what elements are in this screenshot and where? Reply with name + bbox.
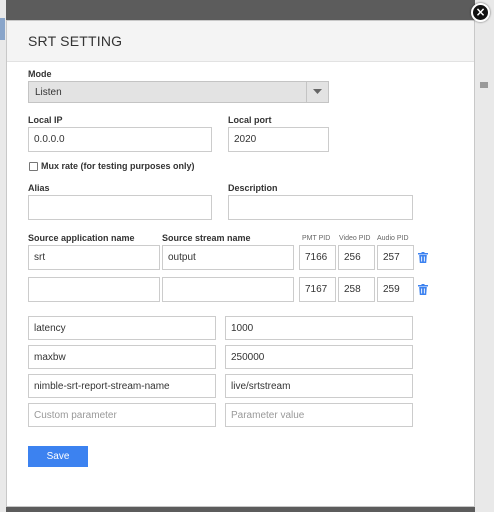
param-name-input[interactable] xyxy=(28,345,216,369)
source-app-input[interactable] xyxy=(28,277,160,302)
video-pid-header: Video PID xyxy=(339,235,371,242)
pmt-pid-input[interactable] xyxy=(299,277,336,302)
param-name-input[interactable] xyxy=(28,316,216,340)
mux-rate-label: Mux rate (for testing purposes only) xyxy=(41,161,195,171)
background-page-right xyxy=(475,0,494,512)
audio-pid-input[interactable] xyxy=(377,245,414,270)
local-ip-input[interactable] xyxy=(28,127,212,152)
custom-param-value-input[interactable] xyxy=(225,403,413,427)
source-stream-input[interactable] xyxy=(162,277,294,302)
mode-label: Mode xyxy=(28,69,52,79)
dialog-title: SRT SETTING xyxy=(28,33,123,49)
audio-pid-input[interactable] xyxy=(377,277,414,302)
pmt-pid-input[interactable] xyxy=(299,245,336,270)
source-app-input[interactable] xyxy=(28,245,160,270)
dialog-header: SRT SETTING xyxy=(7,21,474,62)
mux-rate-checkbox[interactable] xyxy=(29,162,38,171)
param-value-input[interactable] xyxy=(225,316,413,340)
source-app-header: Source application name xyxy=(28,233,135,243)
chevron-down-icon xyxy=(306,82,328,102)
close-icon[interactable]: × xyxy=(471,3,490,22)
param-value-input[interactable] xyxy=(225,345,413,369)
audio-pid-header: Audio PID xyxy=(377,235,409,242)
save-button[interactable]: Save xyxy=(28,446,88,467)
local-port-input[interactable] xyxy=(228,127,329,152)
source-stream-header: Source stream name xyxy=(162,233,251,243)
local-port-label: Local port xyxy=(228,115,272,125)
srt-setting-dialog: SRT SETTING Mode Listen Local IP Local p… xyxy=(6,20,475,507)
local-ip-label: Local IP xyxy=(28,115,63,125)
mode-select[interactable]: Listen xyxy=(28,81,329,103)
param-value-input[interactable] xyxy=(225,374,413,398)
alias-input[interactable] xyxy=(28,195,212,220)
source-stream-input[interactable] xyxy=(162,245,294,270)
alias-label: Alias xyxy=(28,183,50,193)
video-pid-input[interactable] xyxy=(338,245,375,270)
description-label: Description xyxy=(228,183,278,193)
pmt-pid-header: PMT PID xyxy=(302,235,331,242)
background-scroll-fragment xyxy=(480,82,488,88)
trash-icon[interactable] xyxy=(418,252,428,263)
mode-select-value: Listen xyxy=(35,87,62,98)
video-pid-input[interactable] xyxy=(338,277,375,302)
background-logo-fragment xyxy=(0,18,5,40)
description-input[interactable] xyxy=(228,195,413,220)
param-name-input[interactable] xyxy=(28,374,216,398)
custom-param-name-input[interactable] xyxy=(28,403,216,427)
trash-icon[interactable] xyxy=(418,284,428,295)
